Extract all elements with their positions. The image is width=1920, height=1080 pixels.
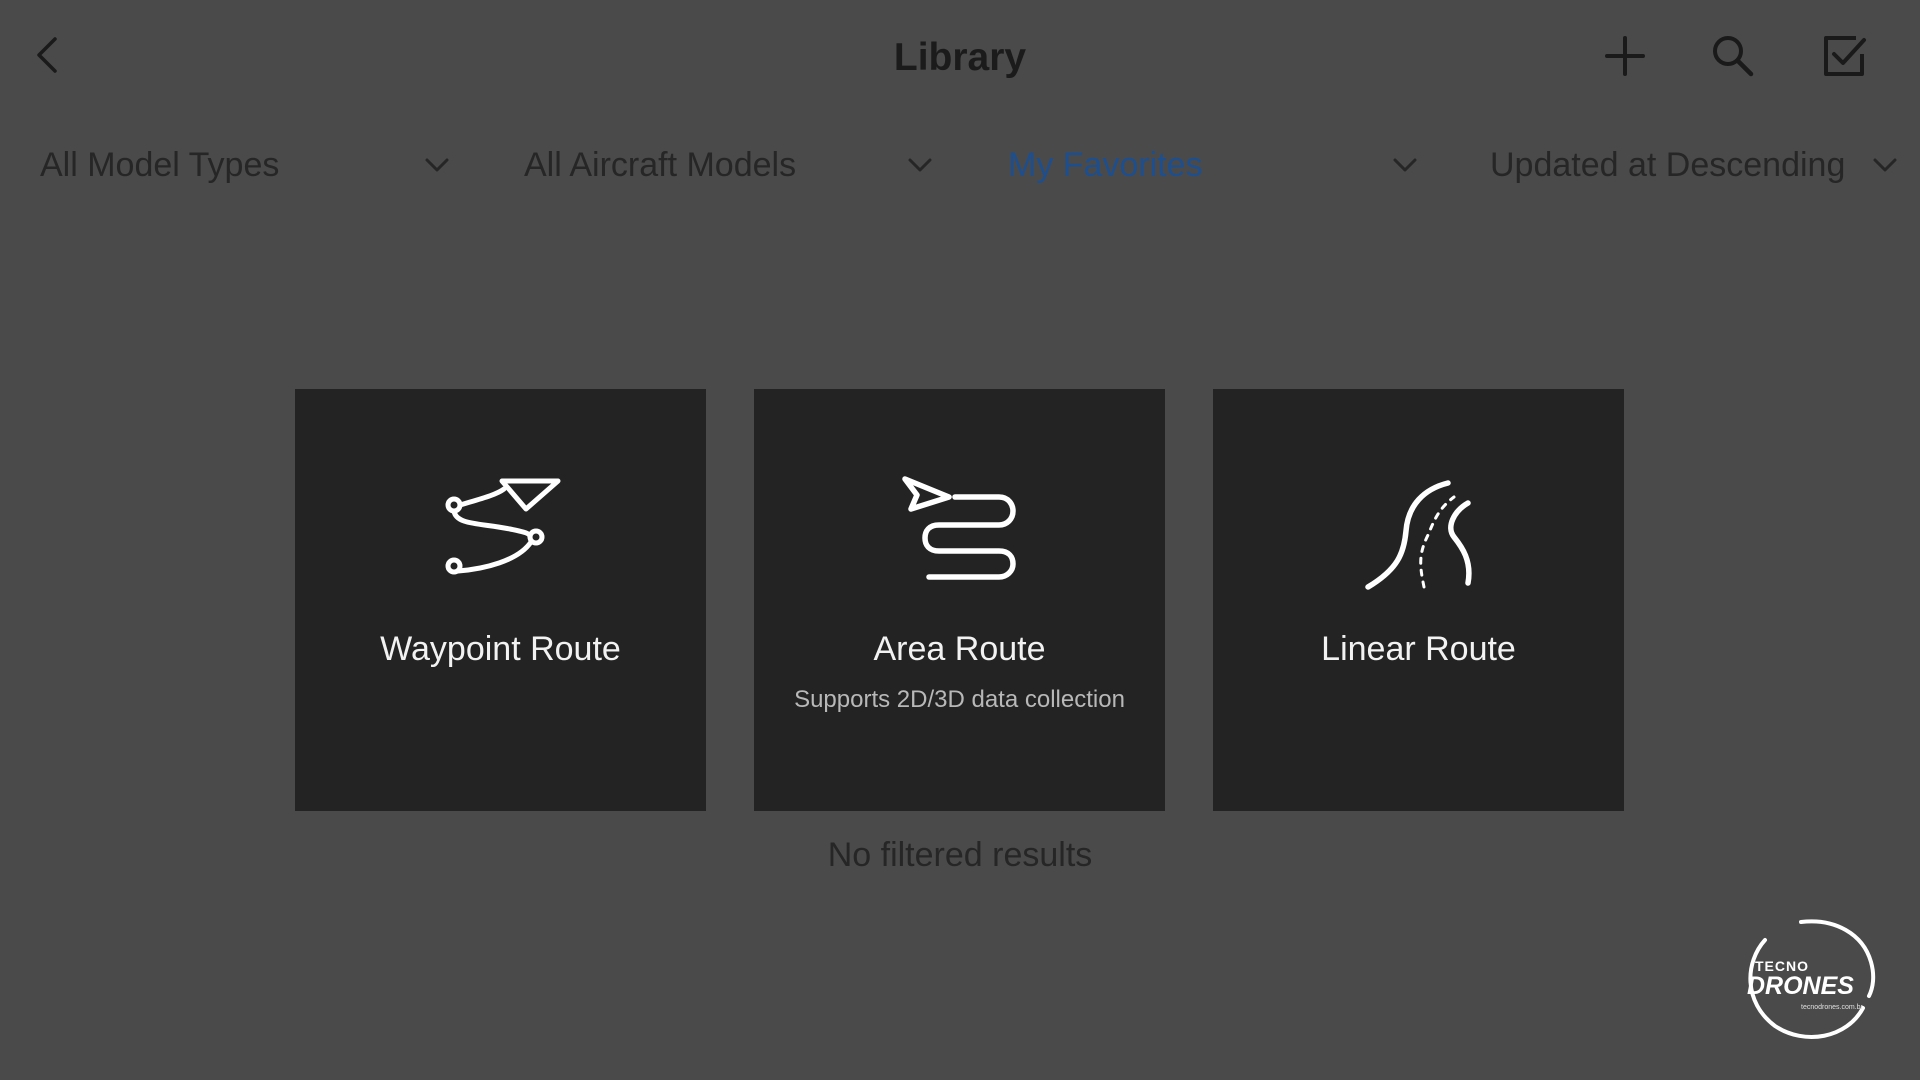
card-title: Linear Route <box>1321 630 1516 668</box>
card-title: Area Route <box>873 630 1046 668</box>
filter-favorites[interactable]: My Favorites <box>1008 120 1428 210</box>
area-route-card[interactable]: Area Route Supports 2D/3D data collectio… <box>754 389 1165 811</box>
chevron-left-icon <box>37 37 57 73</box>
filter-label: All Model Types <box>40 145 280 184</box>
linear-route-card[interactable]: Linear Route <box>1213 389 1624 811</box>
route-type-cards: Waypoint Route Area Route Supports 2D/3D… <box>295 389 1625 811</box>
filter-label: All Aircraft Models <box>524 145 797 184</box>
filter-aircraft-models[interactable]: All Aircraft Models <box>524 120 944 210</box>
card-title: Waypoint Route <box>380 630 621 668</box>
multi-select-button[interactable] <box>1816 28 1872 84</box>
add-button[interactable] <box>1597 28 1653 84</box>
chevron-down-icon <box>425 158 449 172</box>
card-subtitle: Supports 2D/3D data collection <box>794 686 1125 713</box>
empty-state-message: No filtered results <box>827 836 1093 874</box>
chevron-down-icon <box>1873 158 1897 172</box>
top-bar: Library <box>0 0 1920 115</box>
checkbox-icon <box>1824 36 1866 76</box>
plus-icon <box>1605 36 1645 76</box>
search-button[interactable] <box>1705 28 1761 84</box>
filter-label: Updated at Descending <box>1490 145 1846 184</box>
waypoint-route-icon <box>445 478 561 575</box>
logo-url: tecnodrones.com.br <box>1801 1004 1863 1011</box>
magnifier-icon <box>1713 36 1754 77</box>
filter-model-types[interactable]: All Model Types <box>40 120 460 210</box>
filter-label: My Favorites <box>1008 145 1203 184</box>
linear-route-icon <box>1365 480 1472 590</box>
area-route-icon <box>902 476 1016 580</box>
chevron-down-icon <box>908 158 932 172</box>
logo-line2: DRONES <box>1747 972 1854 1000</box>
tecnodrones-logo: TECNO DRONES tecnodrones.com.br <box>1735 918 1885 1048</box>
waypoint-route-card[interactable]: Waypoint Route <box>295 389 706 811</box>
chevron-down-icon <box>1393 158 1417 172</box>
back-button[interactable] <box>24 26 72 84</box>
filter-sort-order[interactable]: Updated at Descending <box>1490 120 1910 210</box>
page-title: Library <box>893 36 1027 79</box>
filter-bar: All Model Types All Aircraft Models My F… <box>0 120 1920 210</box>
